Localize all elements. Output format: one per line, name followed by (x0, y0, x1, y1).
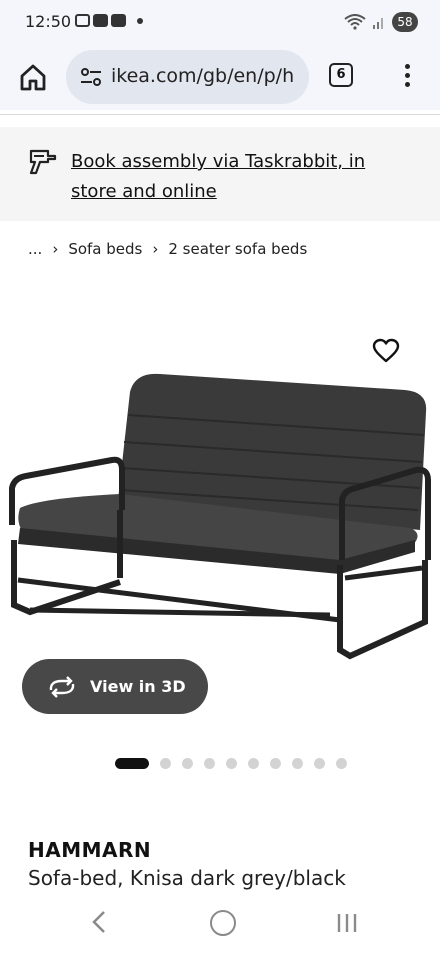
breadcrumb-2-seater-sofa-beds[interactable]: 2 seater sofa beds (168, 240, 307, 258)
back-icon[interactable] (88, 909, 112, 935)
signal-icon (373, 18, 383, 29)
browser-toolbar: ikea.com/gb/en/p/h 6 (0, 44, 440, 110)
wifi-icon (344, 14, 366, 30)
screenshot-icon (75, 14, 90, 27)
carousel-dot[interactable] (292, 758, 303, 769)
assembly-link[interactable]: Book assembly via Taskrabbit, in store a… (71, 147, 401, 207)
status-bar: 12:50 58 (0, 0, 440, 44)
breadcrumb-sofa-beds[interactable]: Sofa beds (68, 240, 142, 258)
more-notifications-icon (137, 17, 143, 24)
carousel-dot[interactable] (336, 758, 347, 769)
carousel-dot[interactable] (226, 758, 237, 769)
product-name: HAMMARN (28, 838, 152, 862)
home-icon[interactable] (18, 62, 48, 92)
product-description: Sofa-bed, Knisa dark grey/black (28, 866, 346, 890)
carousel-indicator (115, 758, 347, 769)
carousel-dot[interactable] (270, 758, 281, 769)
tab-switcher-button[interactable]: 6 (329, 63, 353, 87)
breadcrumb-ellipsis[interactable]: ... (28, 240, 42, 258)
system-navigation-bar (0, 893, 440, 955)
status-time: 12:50 (25, 12, 72, 31)
rotate-3d-icon (49, 675, 75, 698)
divider (0, 114, 440, 115)
browser-menu-icon[interactable] (397, 62, 417, 92)
carousel-dot[interactable] (115, 758, 149, 769)
drill-icon (29, 149, 57, 175)
address-bar[interactable]: ikea.com/gb/en/p/h (66, 50, 309, 104)
carousel-dot[interactable] (248, 758, 259, 769)
carousel-dot[interactable] (160, 758, 171, 769)
carousel-dot[interactable] (182, 758, 193, 769)
view-in-3d-label: View in 3D (90, 677, 186, 696)
youtube-icon (111, 14, 126, 27)
carousel-dot[interactable] (204, 758, 215, 769)
system-icons: 58 (344, 12, 418, 32)
carousel-dot[interactable] (314, 758, 325, 769)
battery-icon: 58 (392, 12, 418, 32)
view-in-3d-button[interactable]: View in 3D (22, 659, 208, 714)
breadcrumb-separator: › (52, 240, 59, 258)
notification-icons (75, 14, 143, 27)
sofa-bed-image (9, 373, 431, 660)
breadcrumb: ... › Sofa beds › 2 seater sofa beds (28, 240, 307, 258)
assembly-banner: Book assembly via Taskrabbit, in store a… (0, 127, 440, 221)
youtube-icon (93, 14, 108, 27)
url-text: ikea.com/gb/en/p/h (111, 65, 295, 87)
home-nav-icon[interactable] (210, 910, 236, 936)
breadcrumb-separator: › (152, 240, 159, 258)
site-settings-icon[interactable] (80, 67, 102, 87)
recent-apps-icon[interactable] (334, 910, 360, 936)
